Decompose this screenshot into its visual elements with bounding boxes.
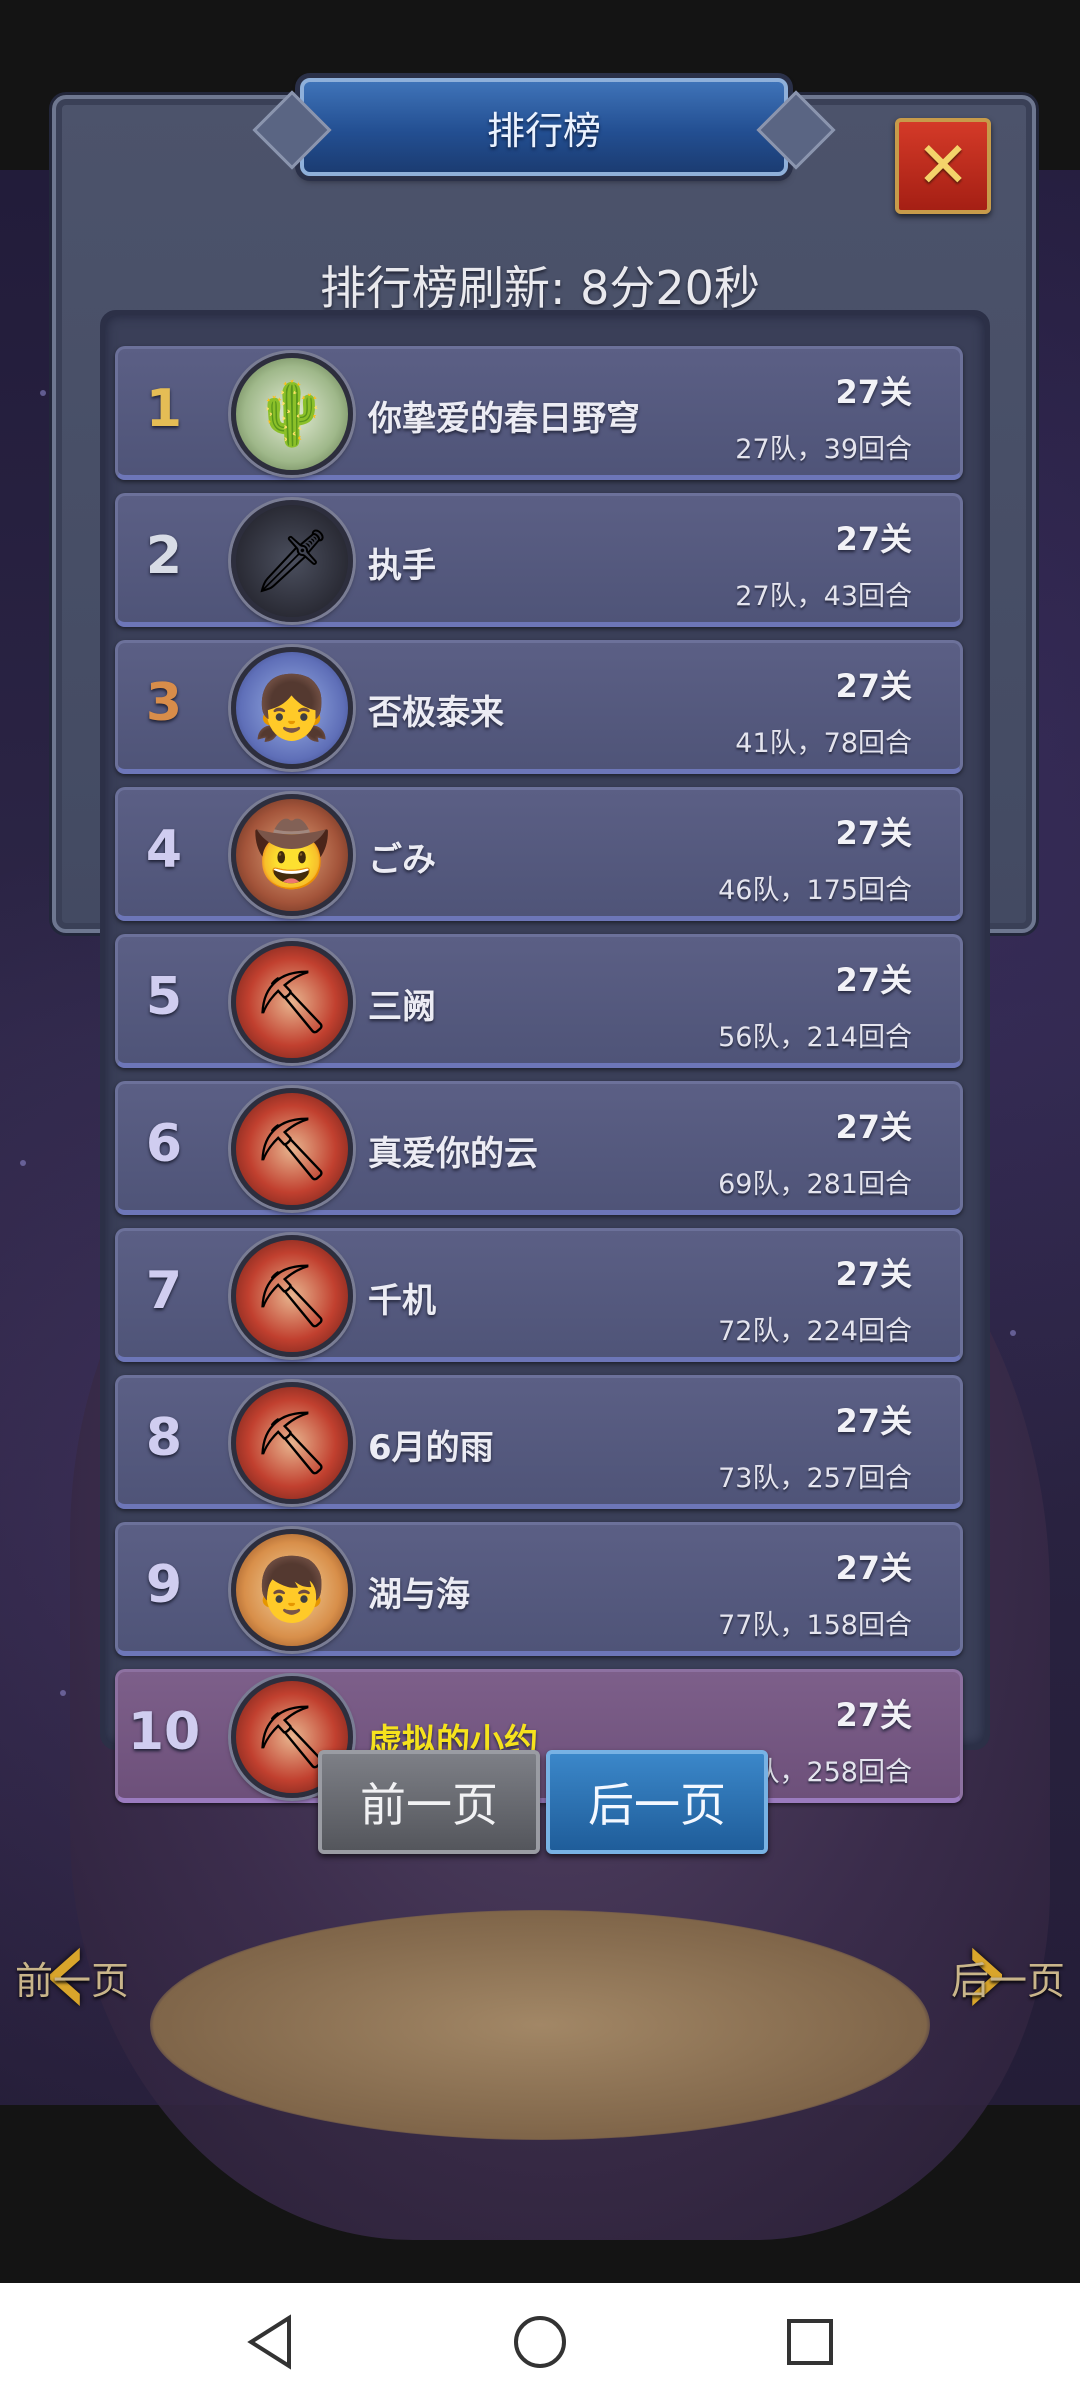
avatar-icon: 👧 [253, 671, 331, 744]
prev-page-button[interactable]: 前一页 [318, 1750, 540, 1854]
recents-square-icon [787, 2318, 833, 2365]
miner-dwarf-avatar[interactable]: ⛏ [231, 1088, 353, 1210]
side-prev-page[interactable]: ‹ 前一页 [10, 1900, 140, 2040]
page-title: 排行榜 [486, 108, 601, 153]
leaderboard-row[interactable]: 1 🌵 你挚爱的春日野穹 27关 27队，39回合 [115, 346, 963, 480]
team-round-stats: 56队，214回合 [718, 1022, 912, 1053]
red-hair-boy-avatar[interactable]: 👦 [231, 1529, 353, 1651]
leaderboard-row[interactable]: 7 ⛏ 千机 27关 72队，224回合 [115, 1228, 963, 1362]
stage-reached: 27关 [835, 1549, 912, 1587]
team-round-stats: 72队，224回合 [718, 1316, 912, 1347]
rank-number: 10 [127, 1702, 201, 1762]
avatar-icon: 👦 [253, 1553, 331, 1626]
rank-number: 1 [145, 379, 183, 439]
avatar-icon: 🌵 [253, 377, 331, 450]
leaderboard-row[interactable]: 3 👧 否极泰来 27关 41队，78回合 [115, 640, 963, 774]
team-round-stats: 27队，39回合 [735, 434, 912, 465]
cowboy-hat-avatar[interactable]: 🤠 [231, 794, 353, 916]
home-circle-icon [514, 2315, 566, 2368]
leaderboard-row[interactable]: 9 👦 湖与海 27关 77队，158回合 [115, 1522, 963, 1656]
rank-number: 9 [145, 1555, 183, 1615]
stage-reached: 27关 [835, 814, 912, 852]
player-name: 真爱你的云 [368, 1134, 538, 1174]
stage-reached: 27关 [835, 373, 912, 411]
title-plate: 排行榜 [252, 78, 836, 176]
home-button[interactable] [510, 2312, 570, 2372]
leaderboard-row[interactable]: 2 🗡 执手 27关 27队，43回合 [115, 493, 963, 627]
player-name: 千机 [368, 1281, 436, 1321]
avatar-icon: ⛏ [252, 1406, 332, 1479]
leaderboard-list[interactable]: 1 🌵 你挚爱的春日野穹 27关 27队，39回合 2 🗡 执手 27关 27队，43回合 3 👧 否极… [115, 346, 963, 1816]
dark-knight-avatar[interactable]: 🗡 [231, 500, 353, 622]
team-round-stats: 46队，175回合 [718, 875, 912, 906]
recents-button[interactable] [780, 2312, 840, 2372]
side-next-label: 后一页 [950, 1959, 1065, 2003]
leaderboard-row[interactable]: 8 ⛏ 6月的雨 27关 73队，257回合 [115, 1375, 963, 1509]
avatar-icon: 🗡 [252, 524, 332, 597]
rank-number: 8 [145, 1408, 183, 1468]
rank-number: 5 [145, 967, 183, 1027]
player-name: 三阙 [368, 987, 436, 1027]
avatar-icon: ⛏ [252, 1259, 332, 1332]
close-button[interactable]: ✕ [895, 118, 991, 214]
player-name: 否极泰来 [368, 693, 504, 733]
side-prev-label: 前一页 [15, 1959, 130, 2003]
rank-number: 3 [145, 673, 183, 733]
team-round-stats: 41队，78回合 [735, 728, 912, 759]
back-button[interactable] [240, 2312, 300, 2372]
team-round-stats: 69队，281回合 [718, 1169, 912, 1200]
team-round-stats: 73队，257回合 [718, 1463, 912, 1494]
close-icon: ✕ [916, 129, 970, 203]
stage-reached: 27关 [835, 1696, 912, 1734]
miner-dwarf-avatar[interactable]: ⛏ [231, 1382, 353, 1504]
leaderboard-row[interactable]: 5 ⛏ 三阙 27关 56队，214回合 [115, 934, 963, 1068]
avatar-icon: 🤠 [253, 818, 331, 891]
rank-number: 7 [145, 1261, 183, 1321]
leaderboard-row[interactable]: 4 🤠 ごみ 27关 46队，175回合 [115, 787, 963, 921]
next-page-button[interactable]: 后一页 [546, 1750, 768, 1854]
miner-dwarf-avatar[interactable]: ⛏ [231, 941, 353, 1063]
avatar-icon: ⛏ [252, 965, 332, 1038]
stage-reached: 27关 [835, 961, 912, 999]
rank-number: 2 [145, 526, 183, 586]
rank-number: 4 [145, 820, 183, 880]
refresh-countdown: 排行榜刷新: 8分20秒 [320, 261, 760, 315]
player-name: 湖与海 [368, 1575, 470, 1615]
system-nav-bar [0, 2283, 1080, 2400]
side-next-page[interactable]: › 后一页 [940, 1900, 1070, 2040]
aloe-plant-avatar[interactable]: 🌵 [231, 353, 353, 475]
back-triangle-icon [247, 2313, 291, 2370]
team-round-stats: 77队，158回合 [718, 1610, 912, 1641]
stage-reached: 27关 [835, 667, 912, 705]
rank-number: 6 [145, 1114, 183, 1174]
player-name: 6月的雨 [368, 1428, 494, 1468]
avatar-icon: ⛏ [252, 1112, 332, 1185]
sand-area [150, 1910, 930, 2140]
stage-reached: 27关 [835, 1402, 912, 1440]
stage-reached: 27关 [835, 520, 912, 558]
blue-hair-girl-avatar[interactable]: 👧 [231, 647, 353, 769]
leaderboard-row[interactable]: 6 ⛏ 真爱你的云 27关 69队，281回合 [115, 1081, 963, 1215]
player-name: 你挚爱的春日野穹 [368, 399, 640, 439]
stage-reached: 27关 [835, 1255, 912, 1293]
player-name: 执手 [368, 546, 436, 586]
stage-reached: 27关 [835, 1108, 912, 1146]
player-name: ごみ [368, 840, 436, 880]
team-round-stats: 27队，43回合 [735, 581, 912, 612]
miner-dwarf-avatar[interactable]: ⛏ [231, 1235, 353, 1357]
